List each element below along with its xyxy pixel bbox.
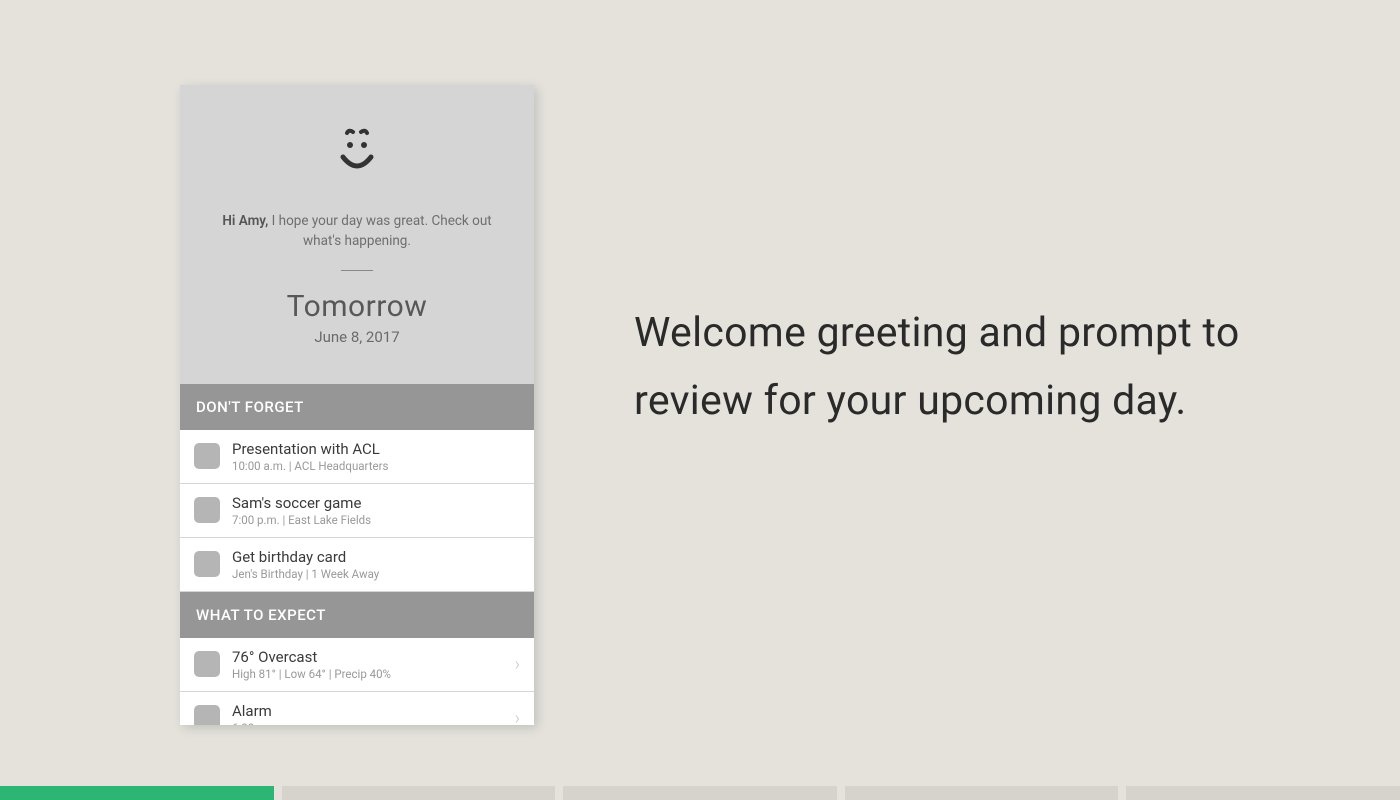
item-title: Get birthday card [232,548,520,566]
section-header-dont-forget: DON'T FORGET [180,384,534,430]
placeholder-icon [194,705,220,725]
reminder-item[interactable]: Get birthday card Jen's Birthday | 1 Wee… [180,538,534,592]
section-header-what-to-expect: WHAT TO EXPECT [180,592,534,638]
chevron-right-icon: › [515,708,520,726]
progress-segment[interactable] [282,786,556,800]
placeholder-icon [194,551,220,577]
item-content: Sam's soccer game 7:00 p.m. | East Lake … [232,494,520,527]
header-section: Hi Amy, I hope your day was great. Check… [180,85,534,346]
divider-line [341,270,373,271]
chevron-right-icon: › [515,654,520,675]
item-content: Get birthday card Jen's Birthday | 1 Wee… [232,548,520,581]
item-subtitle: 10:00 a.m. | ACL Headquarters [232,459,520,473]
item-title: Sam's soccer game [232,494,520,512]
greeting-text: Hi Amy, I hope your day was great. Check… [180,211,534,252]
progress-segment[interactable] [563,786,837,800]
item-subtitle: Jen's Birthday | 1 Week Away [232,567,520,581]
item-subtitle: 6:30 a.m. [232,721,507,726]
day-heading: Tomorrow [180,289,534,324]
reminder-item[interactable]: Sam's soccer game 7:00 p.m. | East Lake … [180,484,534,538]
greeting-name: Hi Amy, [222,213,268,229]
item-title: 76° Overcast [232,648,507,666]
smile-logo-icon [333,127,381,179]
progress-segment-active[interactable] [0,786,274,800]
item-content: Presentation with ACL 10:00 a.m. | ACL H… [232,440,520,473]
item-content: 76° Overcast High 81° | Low 64° | Precip… [232,648,507,681]
placeholder-icon [194,651,220,677]
progress-bar [0,786,1400,800]
item-subtitle: 7:00 p.m. | East Lake Fields [232,513,520,527]
expect-item-weather[interactable]: 76° Overcast High 81° | Low 64° | Precip… [180,638,534,692]
item-title: Presentation with ACL [232,440,520,458]
expect-item-alarm[interactable]: Alarm 6:30 a.m. › [180,692,534,726]
greeting-message: I hope your day was great. Check out wha… [268,213,491,249]
placeholder-icon [194,497,220,523]
reminder-item[interactable]: Presentation with ACL 10:00 a.m. | ACL H… [180,430,534,484]
item-title: Alarm [232,702,507,720]
placeholder-icon [194,443,220,469]
progress-segment[interactable] [1126,786,1400,800]
item-content: Alarm 6:30 a.m. [232,702,507,726]
phone-mockup: Hi Amy, I hope your day was great. Check… [180,85,534,725]
slide-description: Welcome greeting and prompt to review fo… [634,300,1274,435]
progress-segment[interactable] [845,786,1119,800]
item-subtitle: High 81° | Low 64° | Precip 40% [232,667,507,681]
date-subtitle: June 8, 2017 [180,328,534,346]
